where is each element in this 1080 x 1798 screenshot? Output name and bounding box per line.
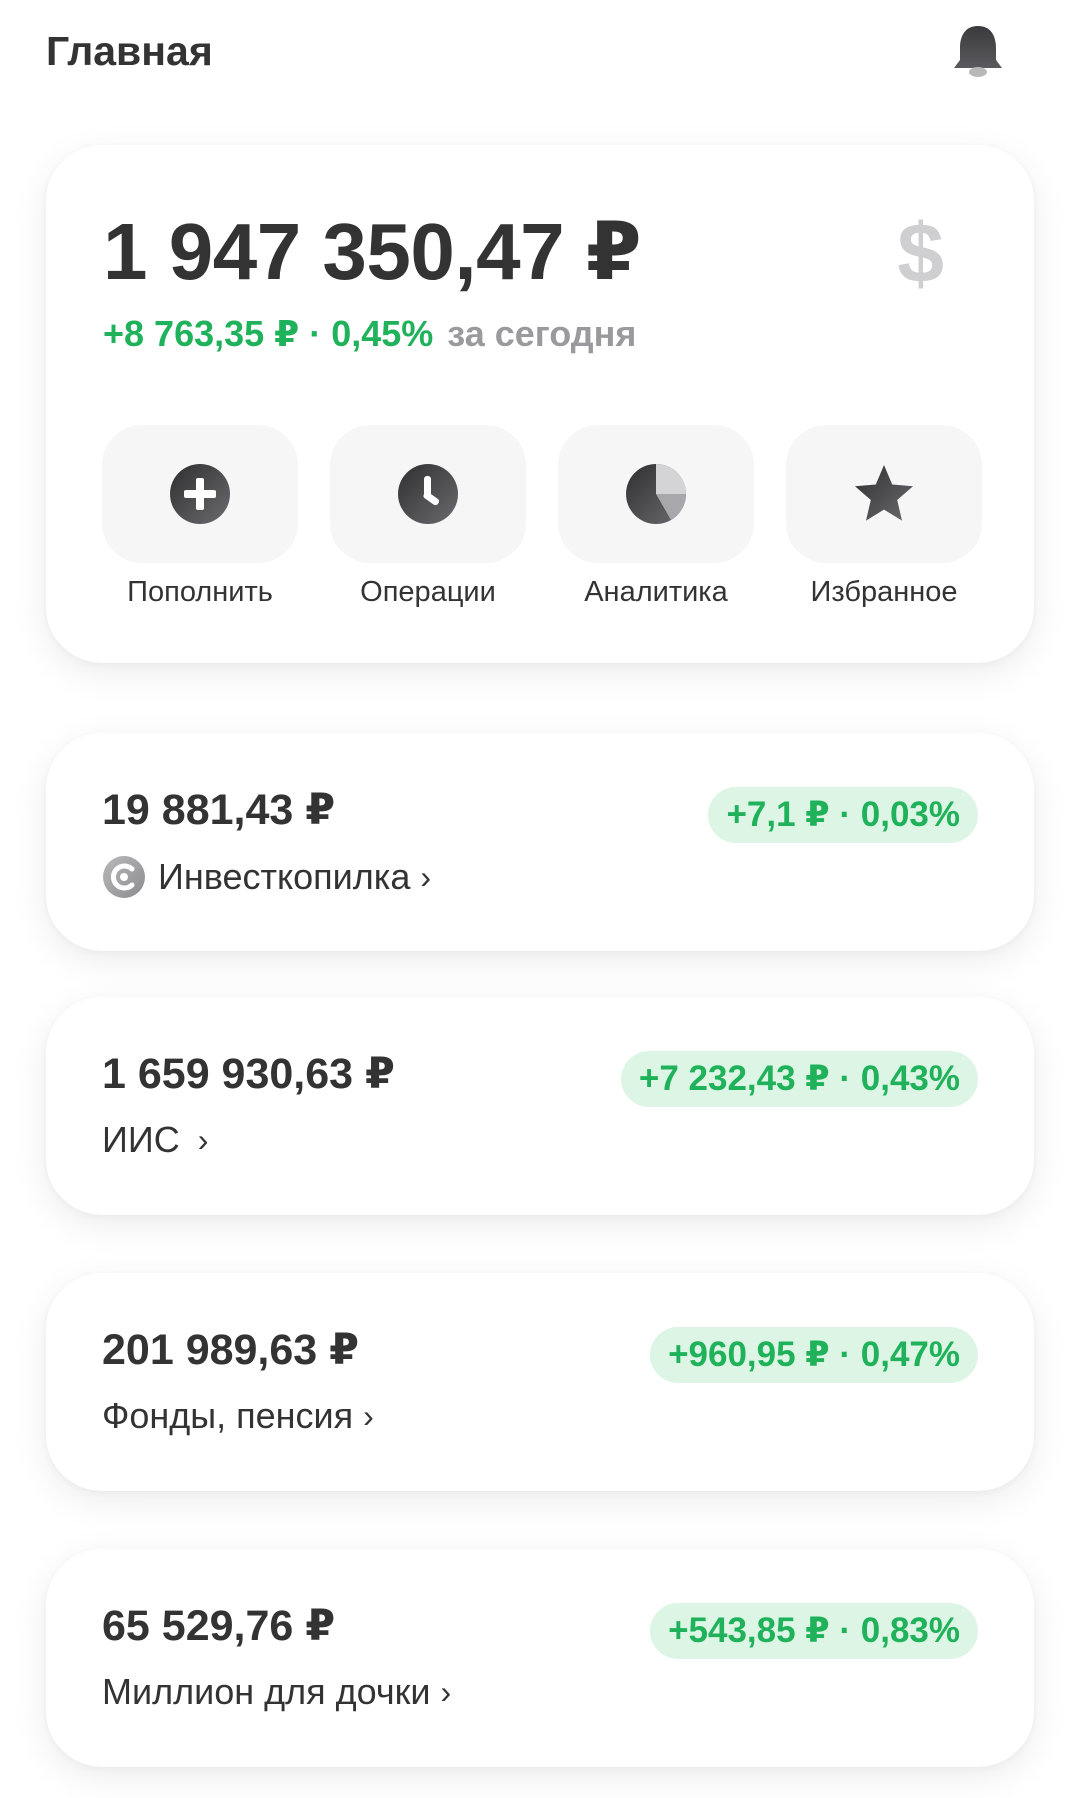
bell-icon[interactable] (948, 22, 1008, 82)
account-balance: 201 989,63 ₽ (102, 1326, 360, 1374)
action-label: Пополнить (127, 576, 273, 608)
account-card-funds-pension[interactable]: 201 989,63 ₽ Фонды, пенсия › +960,95 ₽ · … (46, 1273, 1034, 1491)
action-tile[interactable] (102, 425, 298, 563)
action-operations[interactable]: Операции (330, 425, 526, 625)
total-balance: 1 947 350,47 ₽ (103, 207, 642, 296)
page-title: Главная (46, 28, 213, 74)
daily-change-value: +8 763,35 ₽ · 0,45% (103, 313, 434, 354)
top-bar: Главная (0, 0, 1080, 110)
savings-coin-icon (103, 856, 145, 898)
account-change-badge: +7,1 ₽ · 0,03% (708, 787, 978, 843)
plus-circle-icon (170, 464, 230, 524)
account-name: Инвесткопилка (158, 856, 411, 897)
account-card-iis[interactable]: 1 659 930,63 ₽ ИИС › +7 232,43 ₽ · 0,43% (46, 997, 1034, 1215)
chevron-right-icon: › (440, 1673, 452, 1710)
account-change-badge: +960,95 ₽ · 0,47% (650, 1327, 978, 1383)
action-tile[interactable] (330, 425, 526, 563)
account-card-million-for-daughter[interactable]: 65 529,76 ₽ Миллион для дочки › +543,85 ₽… (46, 1549, 1034, 1767)
account-name-link[interactable]: Миллион для дочки › (102, 1671, 451, 1713)
chevron-right-icon: › (197, 1121, 209, 1158)
pie-chart-icon (626, 464, 686, 524)
quick-actions: Пополнить Операции Аналитика Избранное (102, 425, 982, 625)
account-name-link[interactable]: Фонды, пенсия › (102, 1395, 374, 1437)
action-tile[interactable] (786, 425, 982, 563)
account-balance: 19 881,43 ₽ (102, 786, 336, 834)
account-card-investkopilka[interactable]: 19 881,43 ₽ Инвесткопилка › +7,1 ₽ · 0,03… (46, 733, 1034, 951)
dollar-icon[interactable]: $ (897, 205, 944, 302)
account-balance: 65 529,76 ₽ (102, 1602, 336, 1650)
action-label: Избранное (810, 576, 958, 608)
account-name: ИИС (102, 1119, 180, 1160)
portfolio-summary-card: 1 947 350,47 ₽ $ +8 763,35 ₽ · 0,45% за с… (46, 145, 1034, 663)
account-name-link[interactable]: Инвесткопилка › (102, 855, 431, 899)
daily-change-period: за сегодня (447, 313, 637, 354)
chevron-right-icon: › (420, 858, 431, 895)
action-analytics[interactable]: Аналитика (558, 425, 754, 625)
account-balance: 1 659 930,63 ₽ (102, 1050, 395, 1098)
account-name: Миллион для дочки (102, 1671, 431, 1712)
chevron-right-icon: › (363, 1397, 374, 1434)
clock-icon (398, 464, 458, 524)
star-icon (855, 465, 913, 521)
account-change-badge: +7 232,43 ₽ · 0,43% (620, 1051, 978, 1107)
account-change-badge: +543,85 ₽ · 0,83% (650, 1603, 978, 1659)
action-favorites[interactable]: Избранное (786, 425, 982, 625)
account-name: Фонды, пенсия (102, 1395, 354, 1436)
action-top-up[interactable]: Пополнить (102, 425, 298, 625)
action-tile[interactable] (558, 425, 754, 563)
action-label: Аналитика (584, 576, 728, 608)
daily-change: +8 763,35 ₽ · 0,45% за сегодня (103, 313, 636, 355)
account-name-link[interactable]: ИИС › (102, 1119, 208, 1161)
action-label: Операции (360, 576, 496, 608)
